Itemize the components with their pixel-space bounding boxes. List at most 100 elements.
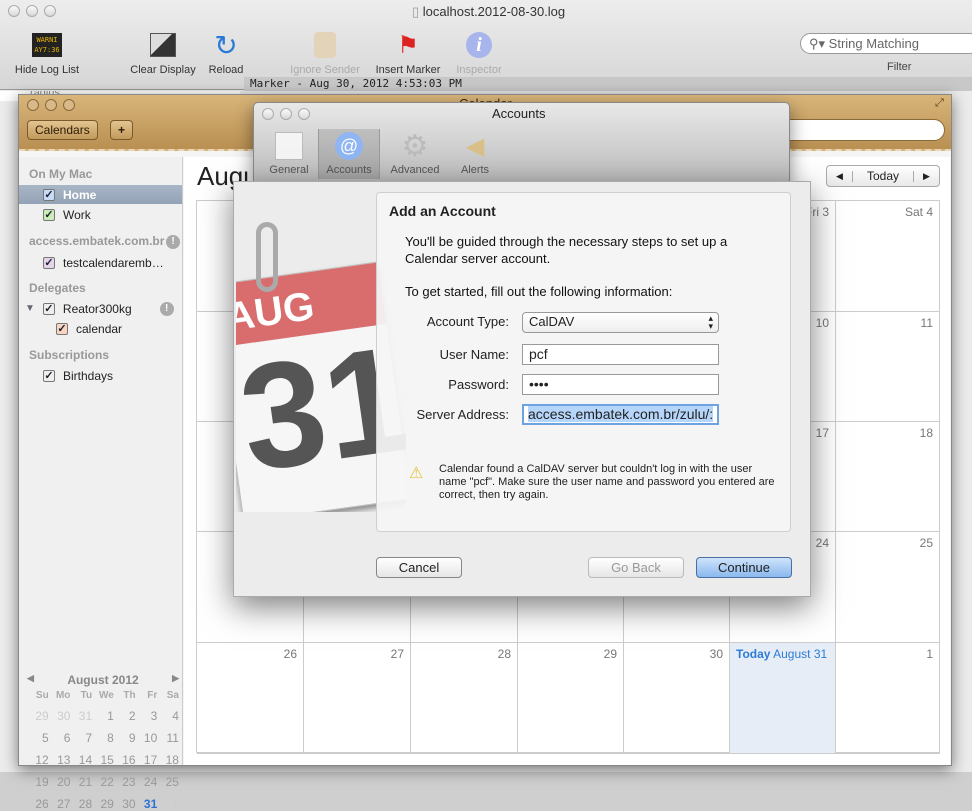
sidebar-item-birthdays[interactable]: ✓ Birthdays	[19, 366, 182, 385]
mini-calendar-day[interactable]: 30	[49, 709, 70, 723]
mini-calendar-day[interactable]: 1	[92, 709, 114, 723]
account-type-select[interactable]: CalDAV ▴ ▾	[522, 312, 719, 333]
day-cell[interactable]: 29	[518, 643, 624, 754]
mini-calendar-day[interactable]: 31	[70, 709, 92, 723]
sidebar-item-work[interactable]: ✓ Work	[19, 205, 182, 224]
day-cell[interactable]: 1	[836, 643, 940, 754]
mini-calendar-day[interactable]: 20	[49, 775, 70, 789]
mini-calendar-day[interactable]: 28	[70, 797, 92, 811]
mini-calendar-day[interactable]: 27	[49, 797, 70, 811]
disclosure-triangle-icon[interactable]: ▼	[25, 303, 35, 314]
next-month-icon[interactable]: ▶	[172, 673, 179, 687]
mini-calendar-day[interactable]: 5	[27, 731, 49, 745]
weekday-header: Su	[35, 690, 49, 701]
insert-marker-button[interactable]: ⚑ Insert Marker	[370, 30, 446, 77]
sidebar-item-calendar[interactable]: ✓ calendar	[19, 319, 182, 338]
hide-log-list-button[interactable]: WARNI AY7:36 Hide Log List	[10, 30, 84, 76]
tab-alerts[interactable]: ◀ Alerts	[444, 129, 506, 179]
weekday-header: We	[99, 690, 114, 701]
inspector-button[interactable]: i Inspector	[450, 30, 508, 76]
mini-calendar-day[interactable]: 2	[114, 709, 136, 723]
mini-calendar-day[interactable]: 3	[136, 709, 158, 723]
day-cell[interactable]: 28	[411, 643, 518, 754]
tab-accounts[interactable]: @ Accounts	[318, 129, 380, 179]
mini-calendar-day[interactable]: 9	[114, 731, 136, 745]
mini-calendar-day[interactable]: 19	[27, 775, 48, 789]
mini-calendar-day[interactable]: 7	[70, 731, 92, 745]
window-title: Accounts	[492, 106, 546, 121]
user-name-input[interactable]: pcf	[522, 344, 719, 365]
mini-calendar-day[interactable]: 26	[27, 797, 48, 811]
add-event-button[interactable]: +	[110, 120, 134, 140]
mini-calendar-day[interactable]: 31	[136, 797, 157, 811]
day-number: 25	[919, 536, 933, 550]
day-cell[interactable]: 30	[624, 643, 730, 754]
tab-general[interactable]: General	[258, 129, 320, 179]
mini-calendar-day[interactable]: 29	[92, 797, 113, 811]
day-cell[interactable]: 27	[304, 643, 411, 754]
checkbox[interactable]: ✓	[43, 188, 55, 201]
checkbox[interactable]: ✓	[43, 256, 55, 269]
window-controls[interactable]	[8, 5, 56, 17]
sidebar-item-home[interactable]: ✓ Home	[19, 185, 182, 204]
mini-calendar-day[interactable]: 10	[136, 731, 157, 745]
checkbox[interactable]: ✓	[56, 322, 68, 335]
mini-calendar-day[interactable]: 12	[27, 753, 48, 767]
mini-calendar-day[interactable]: 1	[157, 797, 179, 811]
today-label: Today	[736, 647, 771, 661]
mini-calendar-day[interactable]: 11	[157, 731, 179, 745]
checkbox[interactable]: ✓	[43, 208, 55, 221]
megaphone-icon: ◀	[465, 133, 485, 160]
fullscreen-icon[interactable]: ⤢	[935, 97, 944, 110]
mini-calendar-day[interactable]: 29	[27, 709, 48, 723]
checkbox[interactable]: ✓	[42, 302, 55, 315]
day-cell[interactable]: 25	[836, 532, 940, 643]
mini-calendar-day[interactable]: 14	[70, 753, 92, 767]
continue-button[interactable]: Continue	[696, 557, 792, 578]
go-back-button[interactable]: Go Back	[588, 557, 684, 578]
mini-calendar-day[interactable]: 6	[49, 731, 71, 745]
mini-calendar-day[interactable]: 23	[114, 775, 135, 789]
prev-month-icon[interactable]: ◀	[27, 673, 34, 687]
calendars-button[interactable]: Calendars	[27, 120, 98, 140]
mini-calendar-day[interactable]: 4	[157, 709, 179, 723]
ignore-sender-button[interactable]: Ignore Sender	[286, 30, 364, 76]
group-access-embatek: access.embatek.com.br	[29, 234, 165, 248]
reload-button[interactable]: ↻ Reload	[204, 30, 248, 77]
mini-calendar-day[interactable]: 30	[114, 797, 135, 811]
sidebar-item-testcalendar[interactable]: ✓ testcalendaremb…	[19, 253, 182, 272]
next-button[interactable]: ▶	[913, 170, 939, 182]
tab-advanced[interactable]: ⚙ Advanced	[384, 129, 446, 179]
day-number: 17	[815, 426, 829, 440]
day-cell[interactable]: 11	[836, 312, 940, 422]
info-icon: i	[463, 30, 495, 60]
mini-calendar-day[interactable]: 24	[136, 775, 157, 789]
window-controls[interactable]	[262, 108, 310, 120]
day-cell[interactable]: Today August 31	[730, 643, 836, 754]
mini-calendar-day[interactable]: 8	[92, 731, 114, 745]
warning-icon[interactable]: !	[159, 301, 174, 316]
search-field[interactable]: ⚲▾ String Matching	[800, 33, 972, 54]
mini-calendar-day[interactable]: 15	[92, 753, 113, 767]
checkbox[interactable]: ✓	[43, 369, 55, 382]
weekday-header: Sa	[166, 690, 179, 701]
cancel-button[interactable]: Cancel	[376, 557, 462, 578]
server-address-input[interactable]: access.embatek.com.br/zulu/:	[522, 404, 719, 425]
day-cell[interactable]: 18	[836, 422, 940, 532]
mini-calendar-day[interactable]: 16	[114, 753, 135, 767]
today-button[interactable]: Today	[853, 169, 913, 183]
day-cell[interactable]: Sat 4	[836, 201, 940, 312]
mini-calendar-day[interactable]: 13	[49, 753, 70, 767]
mini-calendar-day[interactable]: 21	[70, 775, 92, 789]
previous-button[interactable]: ◀	[827, 170, 853, 182]
mini-calendar-day[interactable]: 25	[157, 775, 179, 789]
warning-icon[interactable]: !	[166, 235, 180, 249]
window-controls[interactable]	[27, 99, 75, 111]
mini-calendar-day[interactable]: 22	[92, 775, 113, 789]
clear-display-button[interactable]: Clear Display	[126, 30, 200, 76]
password-input[interactable]: ••••	[522, 374, 719, 395]
day-cell[interactable]: 26	[197, 643, 304, 754]
mini-calendar-day[interactable]: 18	[157, 753, 179, 767]
sidebar-item-reator300kg[interactable]: ▼ ✓ Reator300kg!	[19, 299, 182, 318]
mini-calendar-day[interactable]: 17	[136, 753, 157, 767]
